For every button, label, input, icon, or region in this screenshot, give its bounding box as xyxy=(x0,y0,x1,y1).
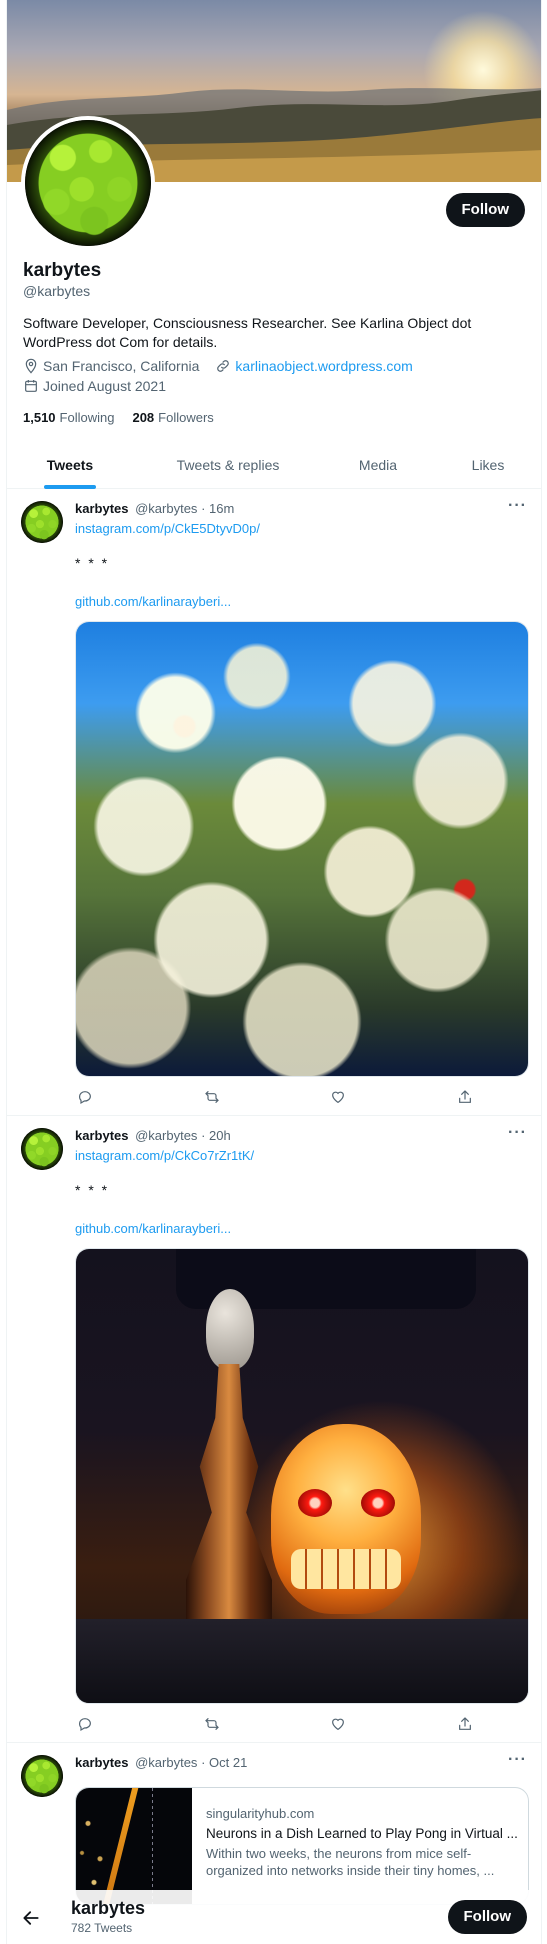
profile-page: Follow karbytes @karbytes Software Devel… xyxy=(6,0,542,1944)
skull-teeth xyxy=(291,1549,401,1589)
following-count: 1,510 xyxy=(23,410,56,425)
card-description: Within two weeks, the neurons from mice … xyxy=(206,1846,495,1878)
reply-icon[interactable] xyxy=(75,1087,95,1107)
tweet-author-handle: @karbytes xyxy=(135,1128,198,1143)
tweet-link[interactable]: github.com/karlinarayberi... xyxy=(75,594,231,609)
romanesco-image xyxy=(21,1755,63,1797)
profile-joined: Joined August 2021 xyxy=(43,378,166,394)
tweet-image[interactable] xyxy=(75,621,529,1077)
share-icon[interactable] xyxy=(455,1087,475,1107)
like-icon[interactable] xyxy=(328,1087,348,1107)
tweet-header: karbytes @karbytes · Oct 21 xyxy=(75,1755,247,1770)
tweet-avatar[interactable] xyxy=(21,1128,63,1170)
tab-media[interactable]: Media xyxy=(323,447,433,489)
retweet-icon[interactable] xyxy=(202,1714,222,1734)
tweet-separator-text: * * * xyxy=(75,1182,110,1198)
romanesco-image xyxy=(21,1128,63,1170)
tweet-header: karbytes @karbytes · 20h xyxy=(75,1128,231,1143)
profile-tabs: Tweets Tweets & replies Media Likes xyxy=(7,447,541,489)
profile-handle: @karbytes xyxy=(23,283,91,299)
follow-button[interactable]: Follow xyxy=(445,193,525,227)
link-preview-card[interactable]: singularityhub.com Neurons in a Dish Lea… xyxy=(75,1787,529,1905)
card-title: Neurons in a Dish Learned to Play Pong i… xyxy=(206,1826,518,1841)
follow-counts: 1,510 Following 208 Followers xyxy=(23,410,214,425)
more-options-icon[interactable]: ··· xyxy=(508,1124,527,1142)
tab-tweets-and-replies[interactable]: Tweets & replies xyxy=(133,447,323,489)
tweet-actions xyxy=(75,1087,475,1107)
thumbnail-dotted-line xyxy=(152,1788,153,1904)
tweet-actions xyxy=(75,1714,475,1734)
location-icon xyxy=(25,358,37,374)
tweet-author-name[interactable]: karbytes xyxy=(75,1755,128,1770)
tweet-time[interactable]: · Oct 21 xyxy=(201,1755,247,1770)
tweet-author-handle: @karbytes xyxy=(135,501,198,516)
more-options-icon[interactable]: ··· xyxy=(508,1751,527,1769)
tweet-separator-text: * * * xyxy=(75,555,110,571)
sticky-tweet-count: 782 Tweets xyxy=(71,1921,133,1935)
tweet-author-handle: @karbytes xyxy=(135,1755,198,1770)
profile-meta-row: San Francisco, California karlinaobject.… xyxy=(23,358,413,374)
reply-icon[interactable] xyxy=(75,1714,95,1734)
following-count-link[interactable]: 1,510 Following xyxy=(23,410,114,425)
skull-left-eye xyxy=(298,1489,332,1517)
card-thumbnail xyxy=(76,1788,192,1904)
more-options-icon[interactable]: ··· xyxy=(508,497,527,515)
tweet[interactable]: karbytes @karbytes · 20h ··· instagram.c… xyxy=(7,1116,541,1743)
link-icon xyxy=(217,360,230,372)
followers-count: 208 xyxy=(132,410,155,425)
table-surface xyxy=(76,1619,528,1703)
profile-avatar[interactable] xyxy=(21,116,155,250)
back-arrow-icon[interactable] xyxy=(21,1908,41,1928)
calendar-icon xyxy=(25,380,37,392)
sticky-profile-header: karbytes 782 Tweets Follow xyxy=(7,1890,541,1944)
light-bulb xyxy=(206,1289,254,1369)
followers-count-link[interactable]: 208 Followers xyxy=(132,410,213,425)
romanesco-image xyxy=(25,120,151,246)
skull-lamp-photo xyxy=(76,1249,528,1703)
romanesco-image xyxy=(21,501,63,543)
tweet-author-name[interactable]: karbytes xyxy=(75,501,128,516)
followers-label: Followers xyxy=(158,410,214,425)
tweet-time[interactable]: · 20h xyxy=(201,1128,231,1143)
profile-name: karbytes xyxy=(23,260,102,281)
tweet[interactable]: karbytes @karbytes · 16m ··· instagram.c… xyxy=(7,489,541,1116)
retweet-icon[interactable] xyxy=(202,1087,222,1107)
profile-website-link[interactable]: karlinaobject.wordpress.com xyxy=(235,358,412,374)
like-icon[interactable] xyxy=(328,1714,348,1734)
share-icon[interactable] xyxy=(455,1714,475,1734)
tweet-avatar[interactable] xyxy=(21,1755,63,1797)
tweet-author-name[interactable]: karbytes xyxy=(75,1128,128,1143)
tab-likes[interactable]: Likes xyxy=(433,447,541,489)
tweet-image[interactable] xyxy=(75,1248,529,1704)
card-domain: singularityhub.com xyxy=(206,1806,315,1821)
sticky-profile-name: karbytes xyxy=(71,1898,146,1918)
profile-location: San Francisco, California xyxy=(43,358,200,374)
tweet-header: karbytes @karbytes · 16m xyxy=(75,501,234,516)
tweet-time[interactable]: · 16m xyxy=(201,501,234,516)
skull-right-eye xyxy=(361,1489,395,1517)
tweet-link[interactable]: instagram.com/p/CkE5DtyvD0p/ xyxy=(75,521,260,536)
tweet-link[interactable]: instagram.com/p/CkCo7rZr1tK/ xyxy=(75,1148,254,1163)
following-label: Following xyxy=(59,410,115,425)
tweet-avatar[interactable] xyxy=(21,501,63,543)
profile-bio: Software Developer, Consciousness Resear… xyxy=(23,315,472,350)
flower-photo xyxy=(76,622,528,1076)
card-text: singularityhub.com Neurons in a Dish Lea… xyxy=(206,1806,518,1879)
profile-joined-row: Joined August 2021 xyxy=(23,378,166,394)
sticky-follow-button[interactable]: Follow xyxy=(447,1900,527,1934)
tweet-link[interactable]: github.com/karlinarayberi... xyxy=(75,1221,231,1236)
tab-tweets[interactable]: Tweets xyxy=(7,447,133,489)
